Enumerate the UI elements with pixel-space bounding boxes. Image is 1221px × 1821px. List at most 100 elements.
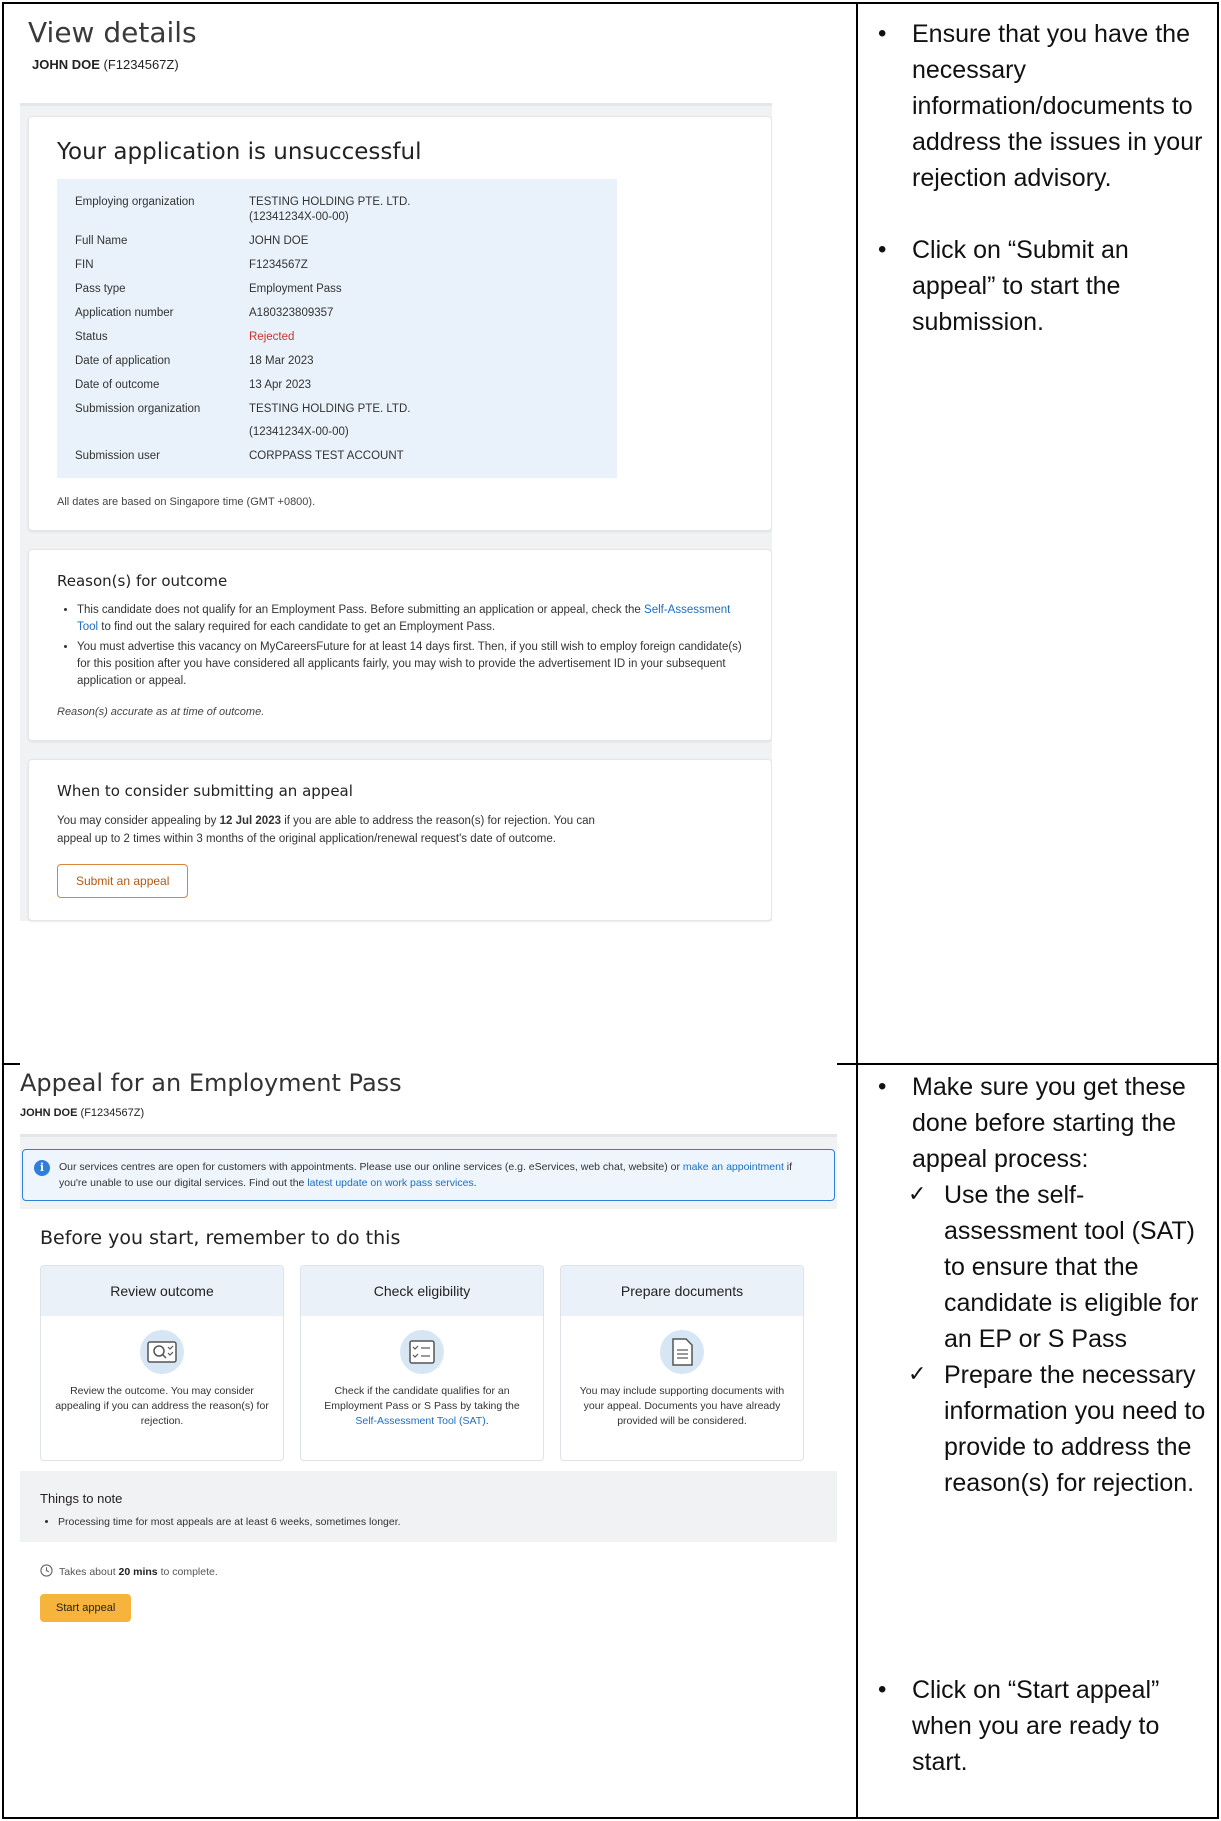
appeal-deadline: 12 Jul 2023	[219, 815, 281, 827]
notice-text: .	[473, 1177, 477, 1189]
info-row: Application number A180323809357	[75, 306, 599, 321]
tile-title: Check eligibility	[301, 1266, 543, 1316]
check-mark-icon: ✓	[908, 1182, 927, 1207]
things-heading: Things to note	[40, 1491, 123, 1506]
header-separator	[20, 1119, 837, 1137]
applicant-name: JOHN DOE	[20, 1107, 78, 1119]
info-label: Submission user	[75, 450, 161, 462]
info-label: Pass type	[75, 283, 126, 295]
applicant-id: (F1234567Z)	[103, 57, 179, 72]
info-row: FIN F1234567Z	[75, 258, 599, 273]
tile-description: You may include supporting documents wit…	[579, 1385, 785, 1427]
info-row: Full Name JOHN DOE	[75, 234, 599, 249]
reason-item: You must advertise this vacancy on MyCar…	[77, 639, 743, 690]
info-label: FIN	[75, 259, 94, 271]
reasons-card: Reason(s) for outcome This candidate doe…	[28, 549, 772, 741]
info-row: Submission user CORPPASS TEST ACCOUNT	[75, 449, 599, 464]
employing-org-name: TESTING HOLDING PTE. LTD.	[249, 196, 411, 208]
employing-org-uen: (12341234X-00-00)	[249, 211, 349, 223]
checklist-text: Prepare the necessary information you ne…	[944, 1361, 1206, 1497]
tile-text-part: Check if the candidate qualifies for an …	[324, 1385, 520, 1412]
instruction-bullet: Click on “Start appeal” when you are rea…	[870, 1672, 1210, 1780]
sat-link[interactable]: Self-Assessment Tool (SAT)	[355, 1415, 485, 1427]
submission-org-uen: (12341234X-00-00)	[249, 426, 349, 438]
info-icon: i	[34, 1160, 50, 1176]
appeal-screenshot: Appeal for an Employment Pass JOHN DOE (…	[20, 1063, 837, 1723]
page-title: View details	[28, 16, 197, 49]
reason-item: This candidate does not qualify for an E…	[77, 602, 743, 636]
info-value: TESTING HOLDING PTE. LTD. (12341234X-00-0…	[249, 402, 599, 440]
header-separator	[20, 80, 772, 106]
clock-icon	[40, 1564, 53, 1580]
column-divider	[856, 4, 858, 1817]
latest-update-link[interactable]: latest update on work pass services	[307, 1177, 473, 1189]
things-to-note: Things to note Processing time for most …	[20, 1471, 837, 1542]
time-value: 20 mins	[118, 1566, 158, 1578]
info-row: Employing organization TESTING HOLDING PT…	[75, 195, 599, 225]
time-text-part: to complete.	[157, 1566, 218, 1578]
reasons-footnote: Reason(s) accurate as at time of outcome…	[57, 706, 265, 718]
view-details-screenshot: View details JOHN DOE (F1234567Z) Your a…	[20, 10, 772, 1022]
info-label: Application number	[75, 307, 174, 319]
tile-title: Review outcome	[41, 1266, 283, 1316]
tile-review-outcome: Review outcome Review the outcome. You m…	[40, 1265, 284, 1461]
checklist-item: ✓ Use the self-assessment tool (SAT) to e…	[908, 1177, 1210, 1357]
application-info-box: Employing organization TESTING HOLDING PT…	[57, 179, 617, 478]
instruction-bullet: Ensure that you have the necessary infor…	[870, 16, 1210, 196]
appeal-text-part: You may consider appealing by	[57, 815, 220, 827]
service-notice: i Our services centres are open for cust…	[22, 1149, 835, 1201]
make-appointment-link[interactable]: make an appointment	[683, 1161, 784, 1173]
submit-appeal-button[interactable]: Submit an appeal	[57, 864, 189, 898]
status-card: Your application is unsuccessful Employi…	[28, 116, 772, 531]
time-text-part: Takes about	[59, 1566, 119, 1578]
tile-description: Review the outcome. You may consider app…	[55, 1385, 269, 1427]
reason-text: This candidate does not qualify for an E…	[77, 604, 645, 616]
info-value: A180323809357	[249, 307, 334, 319]
bottom-instructions: Make sure you get these done before star…	[870, 1069, 1210, 1501]
bottom-instructions-final: Click on “Start appeal” when you are rea…	[870, 1672, 1210, 1780]
appeal-page-title: Appeal for an Employment Pass	[20, 1069, 402, 1097]
applicant-id: (F1234567Z)	[80, 1107, 145, 1119]
things-list: Processing time for most appeals are at …	[40, 1516, 817, 1528]
tile-description: Check if the candidate qualifies for an …	[301, 1378, 543, 1429]
appeal-card: When to consider submitting an appeal Yo…	[28, 759, 772, 921]
things-item: Processing time for most appeals are at …	[58, 1516, 817, 1528]
info-value: 13 Apr 2023	[249, 379, 312, 391]
tile-prepare-documents: Prepare documents You may include suppor…	[560, 1265, 804, 1461]
checklist-item: ✓ Prepare the necessary information you n…	[908, 1357, 1210, 1501]
details-body: Your application is unsuccessful Employi…	[20, 106, 772, 921]
step-tiles: Review outcome Review the outcome. You m…	[40, 1265, 817, 1461]
submission-org-name: TESTING HOLDING PTE. LTD.	[249, 403, 411, 415]
info-row: Status Rejected	[75, 330, 599, 345]
reasons-heading: Reason(s) for outcome	[57, 572, 228, 590]
document-icon	[561, 1328, 803, 1378]
status-heading: Your application is unsuccessful	[57, 139, 422, 165]
instruction-bullet: Click on “Submit an appeal” to start the…	[870, 232, 1210, 340]
info-row: Date of application 18 Mar 2023	[75, 354, 599, 369]
time-estimate: Takes about 20 mins to complete.	[40, 1564, 817, 1580]
checklist-icon	[301, 1328, 543, 1378]
applicant-header: JOHN DOE (F1234567Z)	[20, 1107, 837, 1119]
top-instructions: Ensure that you have the necessary infor…	[870, 16, 1210, 340]
spacer	[870, 196, 1210, 232]
timezone-note: All dates are based on Singapore time (G…	[57, 496, 316, 508]
before-you-start-heading: Before you start, remember to do this	[40, 1227, 401, 1249]
applicant-name: JOHN DOE	[32, 57, 100, 72]
info-value: 18 Mar 2023	[249, 355, 314, 367]
info-value: F1234567Z	[249, 259, 308, 271]
applicant-header: JOHN DOE (F1234567Z)	[32, 57, 772, 72]
check-mark-icon: ✓	[908, 1362, 927, 1387]
info-label: Full Name	[75, 235, 128, 247]
tile-check-eligibility: Check eligibility Check if the candidate…	[300, 1265, 544, 1461]
appeal-text: You may consider appealing by 12 Jul 202…	[57, 812, 632, 848]
info-label: Submission organization	[75, 403, 201, 415]
reasons-list: This candidate does not qualify for an E…	[57, 602, 743, 690]
info-row: Pass type Employment Pass	[75, 282, 599, 297]
info-value: TESTING HOLDING PTE. LTD. (12341234X-00-0…	[249, 195, 599, 225]
info-value: JOHN DOE	[249, 235, 309, 247]
info-label: Status	[75, 331, 108, 343]
tile-title: Prepare documents	[561, 1266, 803, 1316]
appeal-body: i Our services centres are open for cust…	[20, 1137, 837, 1636]
start-appeal-button[interactable]: Start appeal	[40, 1594, 132, 1622]
notice-text: Our services centres are open for custom…	[59, 1161, 683, 1173]
